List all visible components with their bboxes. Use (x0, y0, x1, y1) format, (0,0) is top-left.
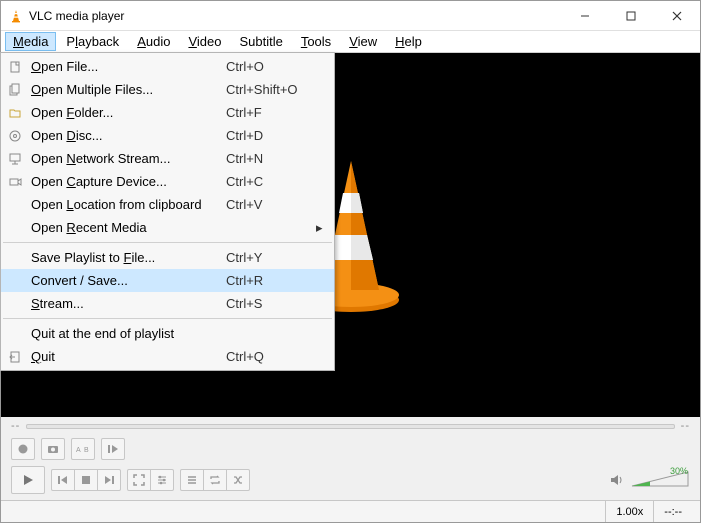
menu-item-quit-at-the-end-of-playlist[interactable]: Quit at the end of playlist (1, 322, 334, 345)
disc-icon (1, 129, 29, 143)
menu-item-label: Stream... (29, 296, 226, 311)
menu-help[interactable]: Help (387, 32, 430, 51)
menu-item-save-playlist-to-file[interactable]: Save Playlist to File...Ctrl+Y (1, 246, 334, 269)
menu-item-open-network-stream[interactable]: Open Network Stream...Ctrl+N (1, 147, 334, 170)
seek-right-marker: -- (681, 420, 690, 432)
menu-separator (3, 242, 332, 243)
menu-item-shortcut: Ctrl+F (226, 105, 316, 120)
menu-item-label: Open Recent Media (29, 220, 226, 235)
menu-item-open-file[interactable]: Open File...Ctrl+O (1, 55, 334, 78)
status-speed[interactable]: 1.00x (605, 501, 653, 522)
menu-subtitle[interactable]: Subtitle (231, 32, 290, 51)
close-button[interactable] (654, 1, 700, 30)
menu-item-shortcut: Ctrl+N (226, 151, 316, 166)
previous-button[interactable] (51, 469, 75, 491)
folder-icon (1, 106, 29, 120)
menu-item-label: Open Multiple Files... (29, 82, 226, 97)
controls-panel: -- -- AB 30% (1, 417, 700, 522)
menu-item-label: Open Folder... (29, 105, 226, 120)
menu-playback[interactable]: Playback (58, 32, 127, 51)
menu-item-open-multiple-files[interactable]: Open Multiple Files...Ctrl+Shift+O (1, 78, 334, 101)
menu-item-convert-save[interactable]: Convert / Save...Ctrl+R (1, 269, 334, 292)
menu-item-shortcut: Ctrl+Q (226, 349, 316, 364)
vlc-logo-icon (9, 9, 23, 23)
play-button[interactable] (11, 466, 45, 494)
menu-item-label: Open Capture Device... (29, 174, 226, 189)
playlist-group (180, 469, 250, 491)
media-menu-dropdown: Open File...Ctrl+OOpen Multiple Files...… (0, 52, 335, 371)
menu-item-label: Quit (29, 349, 226, 364)
stop-button[interactable] (74, 469, 98, 491)
menu-item-shortcut: Ctrl+S (226, 296, 316, 311)
menu-media[interactable]: Media (5, 32, 56, 51)
menu-item-label: Open Disc... (29, 128, 226, 143)
volume-control[interactable]: 30% (610, 468, 690, 492)
menu-item-shortcut: Ctrl+V (226, 197, 316, 212)
menu-item-open-recent-media[interactable]: Open Recent Media ▸ (1, 216, 334, 239)
menu-item-label: Convert / Save... (29, 273, 226, 288)
menu-item-label: Open Location from clipboard (29, 197, 226, 212)
menu-item-shortcut: Ctrl+Shift+O (226, 82, 316, 97)
seek-left-marker: -- (11, 420, 20, 432)
menu-audio[interactable]: Audio (129, 32, 178, 51)
menu-item-open-capture-device[interactable]: Open Capture Device...Ctrl+C (1, 170, 334, 193)
menu-item-label: Open Network Stream... (29, 151, 226, 166)
loop-ab-button[interactable]: AB (71, 438, 95, 460)
next-button[interactable] (97, 469, 121, 491)
menu-item-shortcut: Ctrl+C (226, 174, 316, 189)
menu-video[interactable]: Video (180, 32, 229, 51)
menu-item-shortcut: Ctrl+D (226, 128, 316, 143)
snapshot-button[interactable] (41, 438, 65, 460)
primary-controls: 30% (1, 463, 700, 500)
view-group (127, 469, 174, 491)
menu-item-label: Quit at the end of playlist (29, 326, 226, 341)
files-icon (1, 83, 29, 97)
maximize-button[interactable] (608, 1, 654, 30)
svg-text:A: A (76, 447, 81, 454)
menu-item-label: Save Playlist to File... (29, 250, 226, 265)
menu-tools[interactable]: Tools (293, 32, 339, 51)
quit-icon (1, 350, 29, 364)
skip-group (51, 469, 121, 491)
menu-view[interactable]: View (341, 32, 385, 51)
menu-item-open-location-from-clipboard[interactable]: Open Location from clipboardCtrl+V (1, 193, 334, 216)
file-icon (1, 60, 29, 74)
menu-item-quit[interactable]: QuitCtrl+Q (1, 345, 334, 368)
seek-bar-row: -- -- (1, 417, 700, 435)
network-icon (1, 152, 29, 166)
menu-item-stream[interactable]: Stream...Ctrl+S (1, 292, 334, 315)
menu-item-shortcut: Ctrl+Y (226, 250, 316, 265)
submenu-arrow-icon: ▸ (316, 220, 334, 236)
statusbar: 1.00x --:-- (1, 500, 700, 522)
seek-track[interactable] (26, 424, 674, 429)
status-left (9, 501, 605, 522)
menu-item-open-folder[interactable]: Open Folder...Ctrl+F (1, 101, 334, 124)
volume-percent: 30% (670, 466, 688, 476)
window-title: VLC media player (9, 9, 562, 23)
menubar: MediaPlaybackAudioVideoSubtitleToolsView… (1, 31, 700, 53)
minimize-button[interactable] (562, 1, 608, 30)
extended-settings-button[interactable] (150, 469, 174, 491)
menu-item-label: Open File... (29, 59, 226, 74)
capture-icon (1, 175, 29, 189)
menu-item-shortcut: Ctrl+R (226, 273, 316, 288)
menu-separator (3, 318, 332, 319)
fullscreen-button[interactable] (127, 469, 151, 491)
loop-button[interactable] (203, 469, 227, 491)
secondary-controls: AB (1, 435, 700, 463)
status-time: --:-- (653, 501, 692, 522)
titlebar: VLC media player (1, 1, 700, 31)
menu-item-shortcut: Ctrl+O (226, 59, 316, 74)
record-button[interactable] (11, 438, 35, 460)
speaker-icon (610, 473, 626, 487)
window-title-text: VLC media player (29, 9, 124, 23)
menu-item-open-disc[interactable]: Open Disc...Ctrl+D (1, 124, 334, 147)
frame-step-button[interactable] (101, 438, 125, 460)
playlist-button[interactable] (180, 469, 204, 491)
shuffle-button[interactable] (226, 469, 250, 491)
svg-text:B: B (84, 447, 89, 454)
